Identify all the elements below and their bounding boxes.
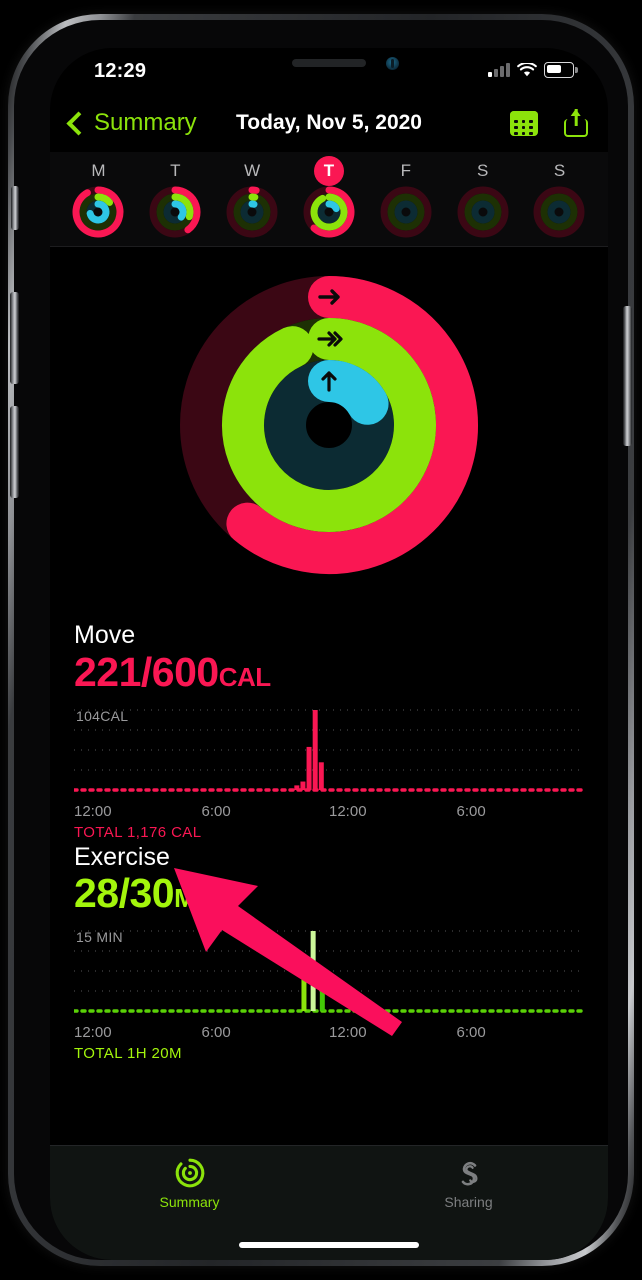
exercise-value: 28/30MIN <box>74 870 584 917</box>
week-day-rings <box>457 186 509 238</box>
volume-down-button[interactable] <box>10 406 19 498</box>
chart-bar <box>310 931 316 1012</box>
week-day-2[interactable]: W <box>218 156 286 238</box>
day-stand-arc <box>325 200 340 213</box>
week-day-letter: S <box>553 161 566 180</box>
chevron-left-icon <box>66 110 91 136</box>
chart-bar <box>306 746 312 790</box>
battery-icon <box>544 62 578 78</box>
exercise-chart-y-label: 15 MIN <box>76 929 123 946</box>
sharing-s-icon <box>461 1161 478 1186</box>
stand-ring-progress <box>308 360 389 425</box>
tab-sharing[interactable]: Sharing <box>329 1156 608 1210</box>
move-value-unit: CAL <box>218 661 271 692</box>
chart-bar <box>300 781 306 790</box>
exercise-value-unit: MIN <box>174 883 221 914</box>
week-day-letter: F <box>400 161 411 180</box>
earpiece-speaker <box>292 59 366 67</box>
week-day-rings <box>303 186 355 238</box>
front-camera-icon <box>386 57 399 70</box>
week-day-rings <box>72 186 124 238</box>
week-day-rings <box>226 186 278 238</box>
chart-bar <box>319 984 325 1012</box>
nav-actions <box>510 109 588 137</box>
move-chart[interactable]: 104CAL <box>74 702 584 802</box>
chart-x-tick-label: 6:00 <box>201 802 231 820</box>
activity-rings-graphic[interactable] <box>164 251 494 599</box>
exercise-value-number: 28/30 <box>74 870 175 917</box>
week-day-rings <box>380 186 432 238</box>
week-day-list: MTWTFSS <box>50 156 608 238</box>
week-day-letter: M <box>91 161 106 180</box>
back-button-label: Summary <box>94 109 197 136</box>
home-indicator[interactable] <box>239 1242 419 1248</box>
calendar-icon[interactable] <box>510 110 538 136</box>
chart-bar <box>301 967 307 1012</box>
tab-summary[interactable]: Summary <box>50 1156 329 1210</box>
week-day-letter: W <box>244 161 261 180</box>
status-indicators <box>488 62 578 78</box>
week-day-5[interactable]: S <box>449 156 517 238</box>
chart-x-tick-label: 6:00 <box>456 802 486 820</box>
week-day-letter: S <box>476 161 489 180</box>
navigation-bar: Summary Today, Nov 5, 2020 <box>50 94 608 152</box>
exercise-title: Exercise <box>74 842 170 871</box>
chart-x-tick-label: 6:00 <box>201 1024 231 1042</box>
wifi-icon <box>517 62 537 76</box>
share-icon[interactable] <box>564 109 588 137</box>
status-clock: 12:29 <box>94 60 147 82</box>
move-section: Move 221/600CAL 104CAL 12:00 6:00 12:00 6:0… <box>50 621 608 841</box>
week-day-letter: T <box>313 156 344 186</box>
phone-screen: 12:29 Summary Today, Nov 5, 2020 M T W T… <box>50 48 608 1260</box>
tab-sharing-label: Sharing <box>444 1194 493 1210</box>
exercise-section: Exercise 28/30MIN 15 MIN 12:00 6:00 12:00 6… <box>50 842 608 1063</box>
week-day-0[interactable]: M <box>64 156 132 238</box>
iphone-device-frame: 12:29 Summary Today, Nov 5, 2020 M T W T… <box>8 14 634 1266</box>
week-strip: MTWTFSS <box>50 152 608 247</box>
exercise-chart[interactable]: 15 MIN <box>74 923 584 1023</box>
screenshot-stage: 12:29 Summary Today, Nov 5, 2020 M T W T… <box>0 0 642 1280</box>
week-day-4[interactable]: F <box>372 156 440 238</box>
day-stand-arc <box>171 200 187 221</box>
activity-rings-icon <box>175 1158 204 1188</box>
move-value: 221/600CAL <box>74 648 584 696</box>
page-title: Today, Nov 5, 2020 <box>236 111 422 134</box>
tab-bar: Summary Sharing <box>50 1145 608 1260</box>
mute-switch-button[interactable] <box>11 186 19 230</box>
week-day-letter: T <box>170 161 181 180</box>
tab-summary-label: Summary <box>159 1194 220 1210</box>
move-value-number: 221/600 <box>74 648 219 695</box>
chart-bar <box>294 785 300 790</box>
move-total-label: TOTAL 1,176 CAL <box>74 823 202 841</box>
power-button[interactable] <box>623 306 632 446</box>
exercise-chart-x-axis: 12:00 6:00 12:00 6:00 <box>74 1024 584 1044</box>
activity-rings-section[interactable] <box>50 247 608 619</box>
chart-x-tick-label: 6:00 <box>456 1024 486 1042</box>
chart-x-tick-label: 12:00 <box>329 1024 367 1042</box>
chart-bar <box>318 761 324 790</box>
exercise-total-label: TOTAL 1H 20M <box>74 1045 182 1063</box>
week-day-3[interactable]: T <box>295 156 363 238</box>
back-to-summary-button[interactable]: Summary <box>66 109 197 137</box>
move-title: Move <box>74 621 136 649</box>
move-chart-x-axis: 12:00 6:00 12:00 6:00 <box>74 803 584 823</box>
chart-bar <box>312 709 318 790</box>
move-chart-y-label: 104CAL <box>76 707 129 724</box>
chart-x-tick-label: 12:00 <box>329 802 367 820</box>
week-day-1[interactable]: T <box>141 156 209 238</box>
volume-up-button[interactable] <box>10 292 19 384</box>
chart-x-tick-label: 12:00 <box>74 1024 112 1042</box>
week-day-rings <box>533 186 585 238</box>
chart-x-tick-label: 12:00 <box>74 802 112 820</box>
week-day-6[interactable]: S <box>525 156 593 238</box>
week-day-rings <box>149 186 201 238</box>
cellular-bars-icon <box>488 63 510 77</box>
notch <box>229 48 429 78</box>
